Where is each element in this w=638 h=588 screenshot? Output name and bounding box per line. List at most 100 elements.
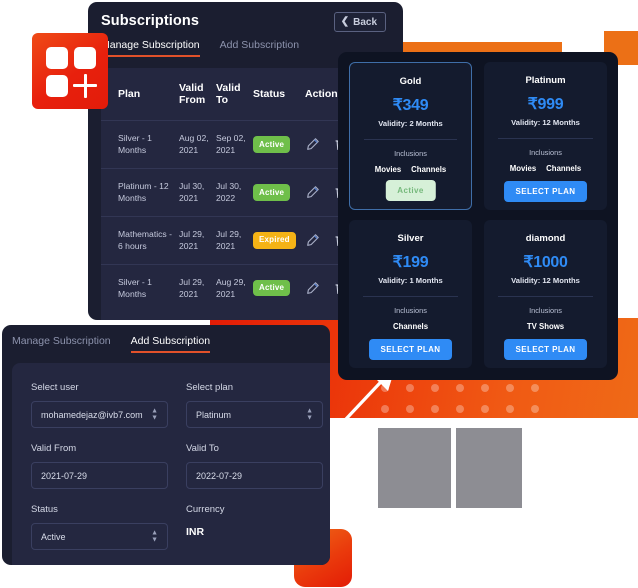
cell-valid-from: Jul 30, 2021 bbox=[179, 167, 216, 217]
tab-add-subscription-secondary[interactable]: Add Subscription bbox=[130, 335, 211, 353]
gray-placeholder-block-left bbox=[378, 428, 451, 508]
plan-name: diamond bbox=[525, 233, 566, 244]
status-badge: Expired bbox=[253, 231, 296, 249]
status-badge: Active bbox=[253, 136, 291, 153]
cell-valid-to: Jul 29, 2021 bbox=[216, 215, 253, 265]
label-valid-to: Valid To bbox=[186, 443, 219, 454]
dot bbox=[481, 405, 489, 413]
inclusion-chip: Channels bbox=[546, 164, 582, 173]
cell-status: Active bbox=[253, 120, 305, 169]
cell-plan: Mathematics - 6 hours bbox=[101, 215, 179, 265]
column-header-valid-from: Valid From bbox=[179, 82, 206, 106]
column-header-status: Status bbox=[253, 88, 286, 100]
tab-manage-subscription[interactable]: Manage Subscription bbox=[101, 39, 200, 57]
dot bbox=[456, 405, 464, 413]
add-subscription-form: Select user mohamedejaz@ivb7.com ▲ ▼ Sele… bbox=[12, 363, 330, 565]
cell-plan: Silver - 1 Months bbox=[101, 120, 179, 169]
edit-icon[interactable] bbox=[305, 185, 320, 200]
dot bbox=[456, 384, 464, 392]
cell-valid-from: Jul 29, 2021 bbox=[179, 215, 216, 265]
select-plan-button[interactable]: SELECT PLAN bbox=[503, 181, 588, 202]
select-user-value: mohamedejaz@ivb7.com bbox=[41, 409, 143, 420]
column-header-valid-to: Valid To bbox=[216, 82, 241, 106]
inclusion-chip: Channels bbox=[392, 322, 429, 331]
plan-price: ₹999 bbox=[527, 96, 564, 113]
plans-grid: Gold ₹349 Validity: 2 Months Inclusions Movi… bbox=[349, 62, 607, 368]
label-valid-from: Valid From bbox=[31, 443, 77, 454]
cell-plan: Silver - 1 Months bbox=[101, 263, 179, 312]
plan-name: Silver bbox=[397, 233, 424, 244]
select-plan-button[interactable]: SELECT PLAN bbox=[503, 339, 588, 360]
plan-card: Platinum ₹999 Validity: 12 Months Inclusion… bbox=[484, 62, 607, 210]
inclusions-label: Inclusions bbox=[529, 148, 562, 157]
form-grid: Select user mohamedejaz@ivb7.com ▲ ▼ Sele… bbox=[31, 382, 330, 550]
tab-manage-subscription-secondary[interactable]: Manage Subscription bbox=[12, 335, 111, 353]
inclusions-label: Inclusions bbox=[394, 149, 427, 158]
label-status: Status bbox=[31, 504, 58, 515]
cell-valid-from: Jul 29, 2021 bbox=[179, 263, 216, 312]
label-select-plan: Select plan bbox=[186, 382, 234, 393]
cell-valid-to: Jul 30, 2022 bbox=[216, 167, 253, 217]
status-value: Active bbox=[41, 531, 66, 542]
chevron-updown-icon: ▲ ▼ bbox=[151, 406, 158, 422]
select-plan-button[interactable]: SELECT PLAN bbox=[368, 339, 453, 360]
edit-icon[interactable] bbox=[305, 281, 320, 296]
tab-add-subscription[interactable]: Add Subscription bbox=[220, 39, 299, 57]
inclusions-label: Inclusions bbox=[394, 306, 427, 315]
app-logo bbox=[32, 33, 108, 109]
divider bbox=[364, 139, 457, 140]
chevron-updown-icon: ▲ ▼ bbox=[151, 528, 158, 544]
inclusion-chip: Movies bbox=[374, 165, 402, 174]
plan-name: Platinum bbox=[525, 75, 566, 86]
plan-card: diamond ₹1000 Validity: 12 Months Inclusion… bbox=[484, 220, 607, 368]
inclusion-chip: TV Shows bbox=[526, 322, 565, 331]
divider bbox=[363, 296, 458, 297]
edit-icon[interactable] bbox=[305, 233, 320, 248]
dot bbox=[531, 405, 539, 413]
status-dropdown[interactable]: Active ▲ ▼ bbox=[31, 523, 168, 550]
add-panel-tabbar: Manage Subscription Add Subscription bbox=[12, 335, 330, 353]
field-valid-to: Valid To 2022-07-29 bbox=[186, 443, 330, 489]
plan-price: ₹199 bbox=[392, 254, 429, 271]
plan-validity: Validity: 12 Months bbox=[511, 118, 580, 127]
cell-valid-from: Aug 02, 2021 bbox=[179, 120, 216, 169]
dot bbox=[531, 384, 539, 392]
valid-from-input[interactable]: 2021-07-29 bbox=[31, 462, 168, 489]
back-button[interactable]: ❮ Back bbox=[333, 12, 386, 32]
inclusions-list: TV Shows bbox=[484, 322, 607, 331]
cell-plan: Platinum - 12 Months bbox=[101, 167, 179, 217]
currency-value: INR bbox=[186, 526, 205, 538]
divider bbox=[498, 296, 593, 297]
plan-validity: Validity: 12 Months bbox=[511, 276, 580, 285]
field-status: Status Active ▲ ▼ bbox=[31, 504, 186, 550]
select-plan-dropdown[interactable]: Platinum ▲ ▼ bbox=[186, 401, 323, 428]
edit-icon[interactable] bbox=[305, 137, 320, 152]
logo-square-1 bbox=[46, 47, 68, 69]
inclusions-list: Movies Channels bbox=[484, 164, 607, 173]
select-plan-value: Platinum bbox=[196, 409, 232, 420]
plans-panel: Gold ₹349 Validity: 2 Months Inclusions Movi… bbox=[338, 52, 618, 380]
chevron-updown-icon: ▲ ▼ bbox=[306, 406, 313, 422]
plan-validity: Validity: 2 Months bbox=[378, 119, 443, 128]
logo-plus-icon-vertical bbox=[83, 74, 87, 98]
plan-card: Silver ₹199 Validity: 1 Months Inclusions Ch… bbox=[349, 220, 472, 368]
add-subscription-panel: Manage Subscription Add Subscription Sel… bbox=[2, 325, 330, 565]
field-currency: Currency INR bbox=[186, 504, 330, 550]
dot bbox=[506, 384, 514, 392]
valid-to-input[interactable]: 2022-07-29 bbox=[186, 462, 323, 489]
status-badge: Active bbox=[253, 184, 291, 201]
field-select-plan: Select plan Platinum ▲ ▼ bbox=[186, 382, 330, 428]
divider bbox=[498, 138, 593, 139]
plan-validity: Validity: 1 Months bbox=[378, 276, 443, 285]
logo-square-2 bbox=[74, 47, 96, 69]
cell-valid-to: Sep 02, 2021 bbox=[216, 120, 253, 169]
cell-status: Active bbox=[253, 167, 305, 217]
plan-price: ₹1000 bbox=[523, 254, 568, 271]
plan-name: Gold bbox=[399, 76, 422, 87]
cell-valid-to: Aug 29, 2021 bbox=[216, 263, 253, 312]
inclusions-list: Movies Channels bbox=[350, 165, 471, 174]
select-user-dropdown[interactable]: mohamedejaz@ivb7.com ▲ ▼ bbox=[31, 401, 168, 428]
cell-status: Expired bbox=[253, 215, 305, 265]
page-title: Subscriptions bbox=[101, 13, 199, 29]
plan-card: Gold ₹349 Validity: 2 Months Inclusions Movi… bbox=[349, 62, 472, 210]
